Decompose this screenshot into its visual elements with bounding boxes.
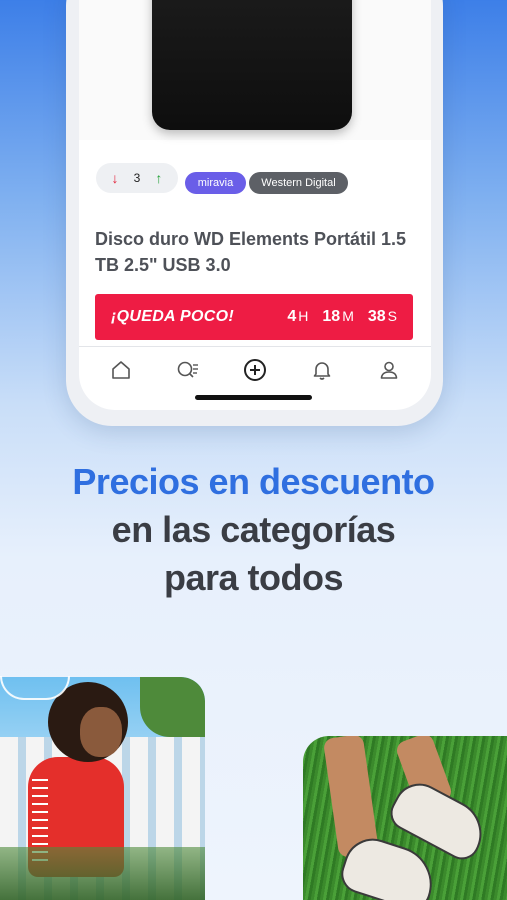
tag-miravia[interactable]: miravia: [185, 172, 246, 194]
add-icon[interactable]: [239, 354, 271, 386]
profile-icon[interactable]: [373, 354, 405, 386]
headline-line-3: para todos: [163, 557, 344, 598]
countdown-seconds: 38 S: [367, 308, 397, 325]
home-icon[interactable]: [105, 354, 137, 386]
bottom-tab-bar: [79, 346, 431, 392]
promo-headline: Precios en descuento en las categorías p…: [0, 458, 507, 602]
home-indicator: [195, 395, 312, 400]
vote-control: ↓ 3 ↑: [96, 163, 178, 193]
tree-background: [140, 677, 205, 737]
countdown-minutes: 18 M: [322, 308, 354, 325]
headline-line-1: Precios en descuento: [72, 461, 435, 502]
vote-count: 3: [133, 171, 141, 185]
sneakers-photo: [303, 736, 507, 900]
plants-foreground: [0, 847, 205, 900]
search-icon[interactable]: [172, 354, 204, 386]
kid-face: [80, 707, 122, 757]
vote-down-icon[interactable]: ↓: [112, 170, 119, 186]
product-title[interactable]: Disco duro WD Elements Portátil 1.5 TB 2…: [95, 226, 415, 278]
countdown-hours: 4H: [287, 308, 309, 325]
tag-western-digital[interactable]: Western Digital: [249, 172, 348, 194]
phone-screen: ↓ 3 ↑ miravia Western Digital Disco duro…: [79, 0, 431, 410]
kid-photo: [0, 677, 205, 900]
hard-drive-image: [152, 0, 352, 130]
product-image-area[interactable]: [79, 0, 431, 140]
bell-icon[interactable]: [306, 354, 338, 386]
vote-up-icon[interactable]: ↑: [155, 170, 162, 186]
deal-banner[interactable]: ¡QUEDA POCO! 4H 18 M 38 S: [95, 294, 413, 340]
deal-label: ¡QUEDA POCO!: [111, 308, 235, 325]
headline-line-2: en las categorías: [111, 509, 396, 550]
countdown-timer: 4H 18 M 38 S: [287, 308, 397, 326]
